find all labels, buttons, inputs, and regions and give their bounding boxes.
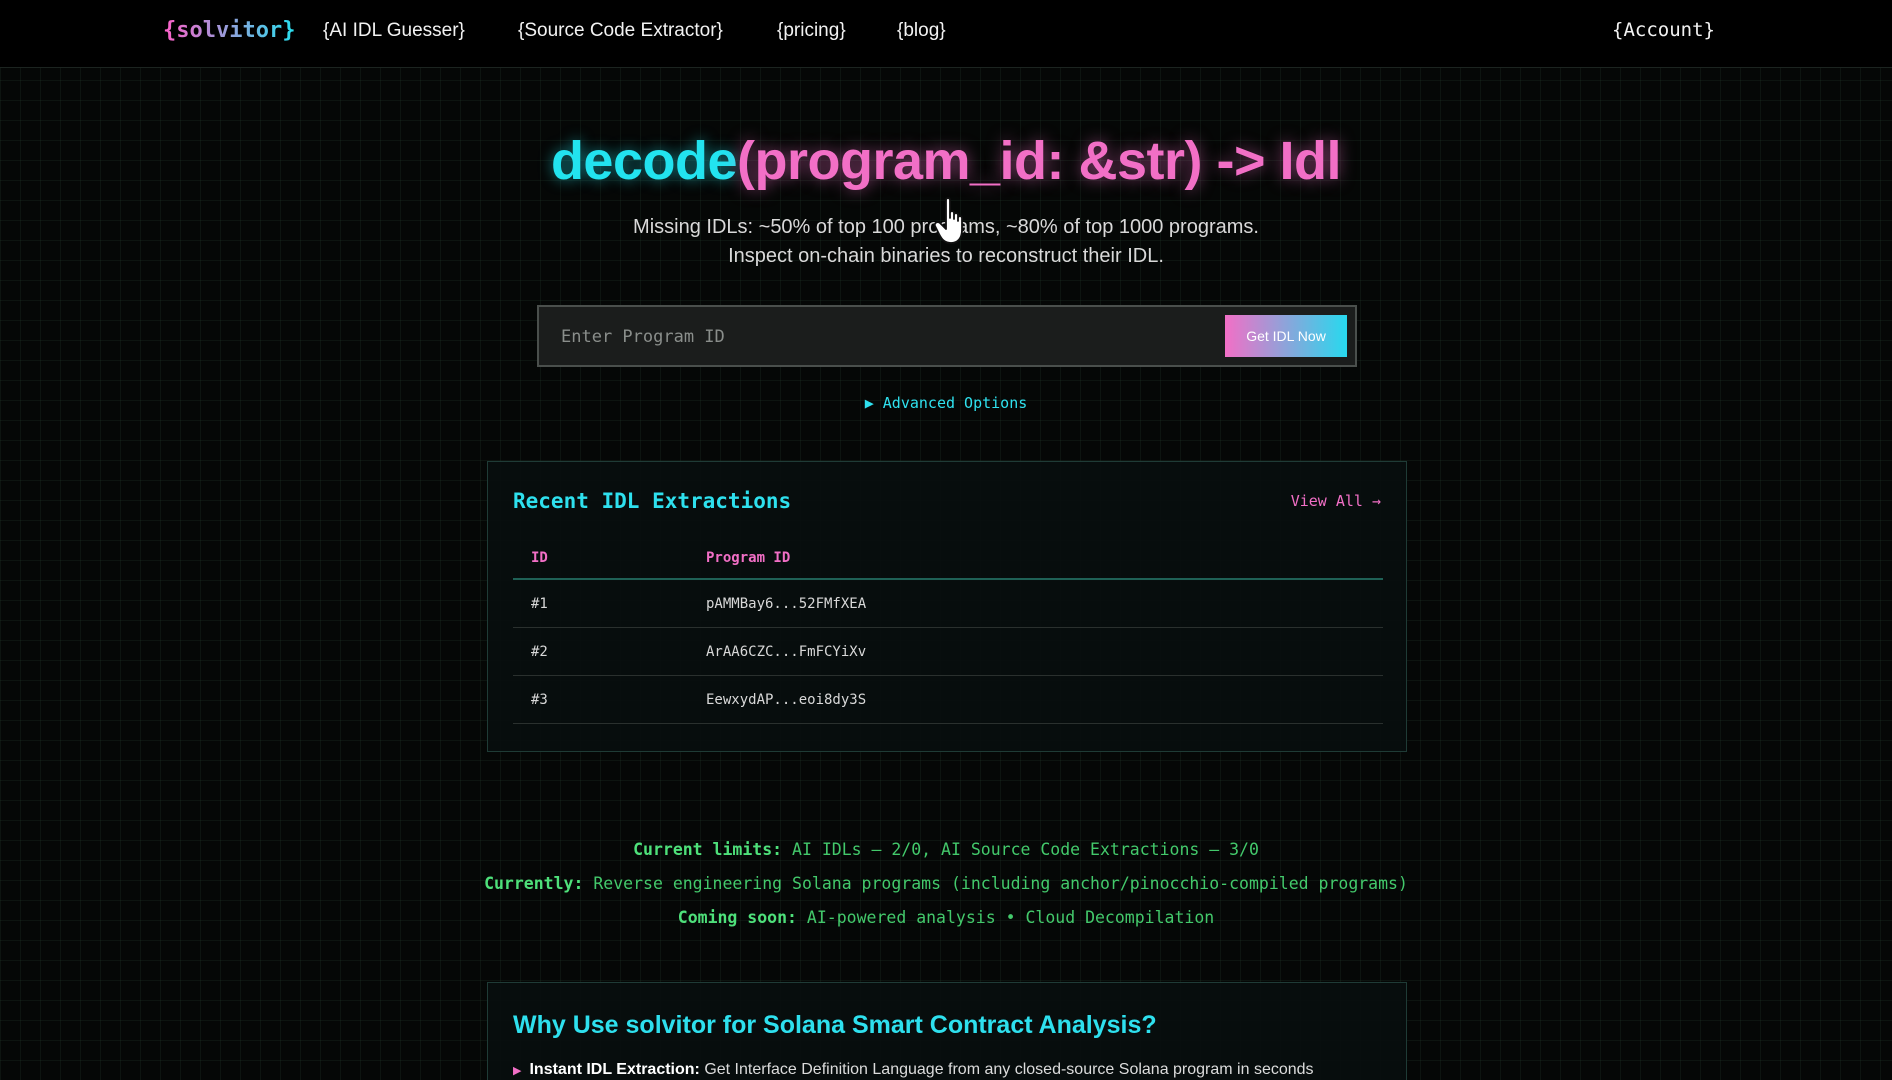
- currently-status: Currently: Reverse engineering Solana pr…: [0, 874, 1892, 893]
- nav-blog[interactable]: {blog}: [897, 20, 946, 42]
- row-id: #2: [531, 643, 548, 660]
- why-solvitor-title: Why Use solvitor for Solana Smart Contra…: [513, 1011, 1157, 1039]
- coming-soon-value: AI-powered analysis • Cloud Decompilatio…: [806, 908, 1215, 927]
- table-row[interactable]: #2 ArAA6CZC...FmFCYiXv: [513, 628, 1383, 676]
- coming-soon: Coming soon: AI-powered analysis • Cloud…: [0, 908, 1892, 927]
- row-id: #1: [531, 595, 548, 612]
- row-id: #3: [531, 691, 548, 708]
- recent-extractions-card: Recent IDL Extractions View All → ID Pro…: [487, 461, 1407, 752]
- account-link[interactable]: {Account}: [1612, 19, 1715, 41]
- row-program-id[interactable]: pAMMBay6...52FMfXEA: [706, 596, 866, 612]
- hero-title-signature: (program_id: &str) -> Idl: [737, 131, 1342, 191]
- recent-extractions-table: ID Program ID #1 pAMMBay6...52FMfXEA #2 …: [513, 538, 1383, 724]
- program-id-search: Get IDL Now: [537, 305, 1357, 367]
- triangle-bullet-icon: ▶: [513, 1065, 522, 1077]
- column-header-program-id: Program ID: [706, 550, 791, 566]
- nav-source-code-extractor[interactable]: {Source Code Extractor}: [518, 20, 723, 42]
- top-nav: {solvitor} {AI IDL Guesser} {Source Code…: [0, 0, 1892, 68]
- table-row[interactable]: #1 pAMMBay6...52FMfXEA: [513, 580, 1383, 628]
- hero-subtitle-line2: Inspect on-chain binaries to reconstruct…: [728, 245, 1164, 267]
- current-limits-value: AI IDLs – 2/0, AI Source Code Extraction…: [792, 840, 1259, 859]
- feature-item-text: Get Interface Definition Language from a…: [704, 1061, 1314, 1078]
- table-row[interactable]: #3 EewxydAP...eoi8dy3S: [513, 676, 1383, 724]
- hand-pointer-cursor-icon: [934, 197, 963, 244]
- brand-logo[interactable]: {solvitor}: [163, 18, 295, 43]
- get-idl-button[interactable]: Get IDL Now: [1225, 315, 1347, 357]
- row-program-id[interactable]: ArAA6CZC...FmFCYiXv: [706, 644, 866, 660]
- column-header-id: ID: [531, 550, 548, 566]
- nav-pricing[interactable]: {pricing}: [777, 20, 846, 42]
- feature-item-title: Instant IDL Extraction:: [529, 1061, 700, 1078]
- advanced-options-toggle[interactable]: ▶ Advanced Options: [0, 394, 1892, 412]
- recent-extractions-title: Recent IDL Extractions: [513, 489, 792, 513]
- row-program-id[interactable]: EewxydAP...eoi8dy3S: [706, 692, 866, 708]
- current-limits-label: Current limits:: [633, 840, 783, 859]
- program-id-input[interactable]: [561, 321, 1241, 353]
- currently-value: Reverse engineering Solana programs (inc…: [593, 874, 1408, 893]
- hero-title: decode(program_id: &str) -> Idl: [0, 130, 1892, 192]
- feature-item: ▶ Instant IDL Extraction: Get Interface D…: [513, 1061, 1314, 1079]
- table-header: ID Program ID: [513, 538, 1383, 580]
- currently-label: Currently:: [484, 874, 584, 893]
- current-limits: Current limits: AI IDLs – 2/0, AI Source…: [0, 840, 1892, 859]
- coming-soon-label: Coming soon:: [677, 908, 797, 927]
- why-solvitor-card: Why Use solvitor for Solana Smart Contra…: [487, 982, 1407, 1080]
- view-all-link[interactable]: View All →: [1291, 492, 1381, 510]
- nav-ai-idl-guesser[interactable]: {AI IDL Guesser}: [323, 20, 465, 42]
- hero-title-fn: decode: [550, 131, 738, 191]
